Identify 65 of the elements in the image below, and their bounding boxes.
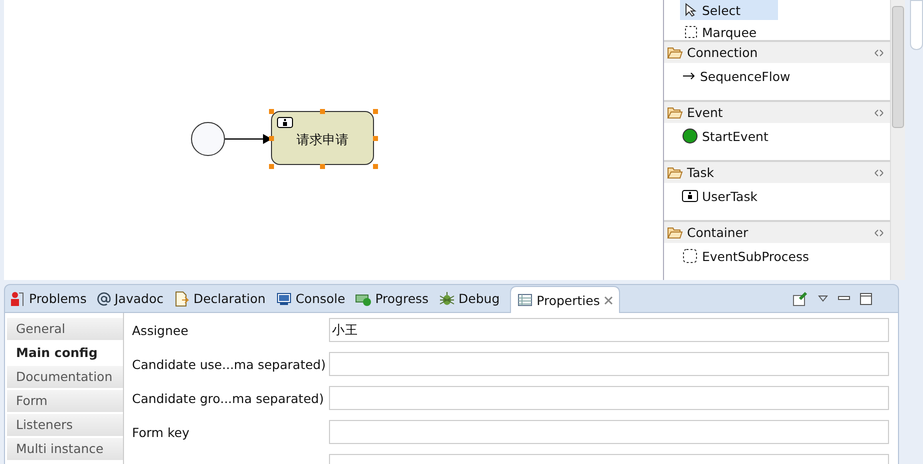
view-tab[interactable]: Debug bbox=[438, 285, 500, 312]
palette-drawer-header[interactable]: Connection bbox=[664, 42, 890, 63]
field-label: Form key bbox=[132, 424, 190, 440]
view-tab[interactable]: Progress bbox=[355, 285, 429, 312]
task-label: 请求申请 bbox=[296, 132, 348, 149]
section-tab[interactable]: Form bbox=[7, 390, 123, 412]
folder-icon bbox=[667, 46, 683, 59]
user-icon bbox=[682, 190, 698, 202]
palette-drawer-header[interactable]: Event bbox=[664, 102, 890, 123]
resize-handle[interactable] bbox=[269, 164, 274, 169]
document-icon bbox=[173, 290, 190, 306]
folder-icon bbox=[667, 166, 683, 179]
view-tab[interactable]: Properties bbox=[510, 286, 620, 314]
resize-handle[interactable] bbox=[373, 109, 378, 114]
section-tab[interactable]: Multi instance bbox=[7, 438, 123, 460]
palette-item[interactable]: UserTask bbox=[664, 185, 890, 207]
field-label: Candidate use...ma separated) bbox=[132, 356, 327, 372]
view-tab[interactable]: Declaration bbox=[173, 285, 266, 312]
view-tab[interactable]: Javadoc bbox=[96, 285, 164, 312]
bug-icon bbox=[438, 290, 455, 306]
palette-item[interactable]: EventSubProcess bbox=[664, 245, 890, 267]
palette-drawer-header[interactable]: Task bbox=[664, 162, 890, 183]
input-field[interactable] bbox=[329, 420, 889, 444]
error-icon bbox=[9, 290, 25, 306]
palette-item[interactable]: SequenceFlow bbox=[664, 65, 890, 87]
start-event-node[interactable] bbox=[191, 122, 225, 156]
view-tab[interactable]: Problems bbox=[9, 285, 87, 312]
folder-icon bbox=[667, 106, 683, 119]
input-field[interactable]: 小王 bbox=[329, 318, 889, 342]
resize-handle[interactable] bbox=[373, 164, 378, 169]
section-tab[interactable]: General bbox=[7, 318, 123, 340]
scrollbar[interactable] bbox=[890, 0, 905, 280]
view-tab[interactable]: Console bbox=[276, 285, 346, 312]
diagram-canvas[interactable]: 请求申请 bbox=[4, 0, 663, 280]
side-toolbar bbox=[910, 0, 923, 50]
maximize-icon[interactable] bbox=[860, 292, 872, 304]
circle-icon bbox=[682, 128, 698, 144]
resize-handle[interactable] bbox=[269, 109, 274, 114]
monitor-icon bbox=[276, 290, 292, 306]
resize-handle[interactable] bbox=[320, 164, 325, 169]
input-field[interactable] bbox=[329, 352, 889, 376]
user-task-node[interactable]: 请求申请 bbox=[271, 111, 374, 165]
table-icon bbox=[516, 292, 533, 308]
minimize-icon[interactable] bbox=[838, 296, 850, 302]
section-tab[interactable]: Listeners bbox=[7, 414, 123, 436]
section-tab[interactable]: Documentation bbox=[7, 366, 123, 388]
input-field[interactable] bbox=[329, 386, 889, 410]
cursor-icon bbox=[684, 3, 698, 17]
folder-icon bbox=[667, 226, 683, 239]
palette-tool[interactable]: Select bbox=[680, 0, 778, 20]
at-sign-icon bbox=[96, 292, 111, 306]
view-menu-icon[interactable] bbox=[818, 294, 828, 302]
resize-handle[interactable] bbox=[373, 136, 378, 141]
resize-handle[interactable] bbox=[320, 109, 325, 114]
pin-editor-icon[interactable] bbox=[792, 290, 808, 306]
palette-tool[interactable]: Marquee bbox=[680, 22, 778, 42]
field-label: Candidate gro...ma separated) bbox=[132, 390, 325, 406]
field-label: Assignee bbox=[132, 322, 190, 338]
dashed-square-icon bbox=[682, 248, 698, 264]
resize-handle[interactable] bbox=[269, 136, 274, 141]
close-icon[interactable] bbox=[604, 296, 613, 304]
palette-drawer-header[interactable]: Container bbox=[664, 222, 890, 243]
dashed-square-icon bbox=[684, 25, 698, 39]
palette-item[interactable]: StartEvent bbox=[664, 125, 890, 147]
user-icon bbox=[277, 117, 293, 128]
